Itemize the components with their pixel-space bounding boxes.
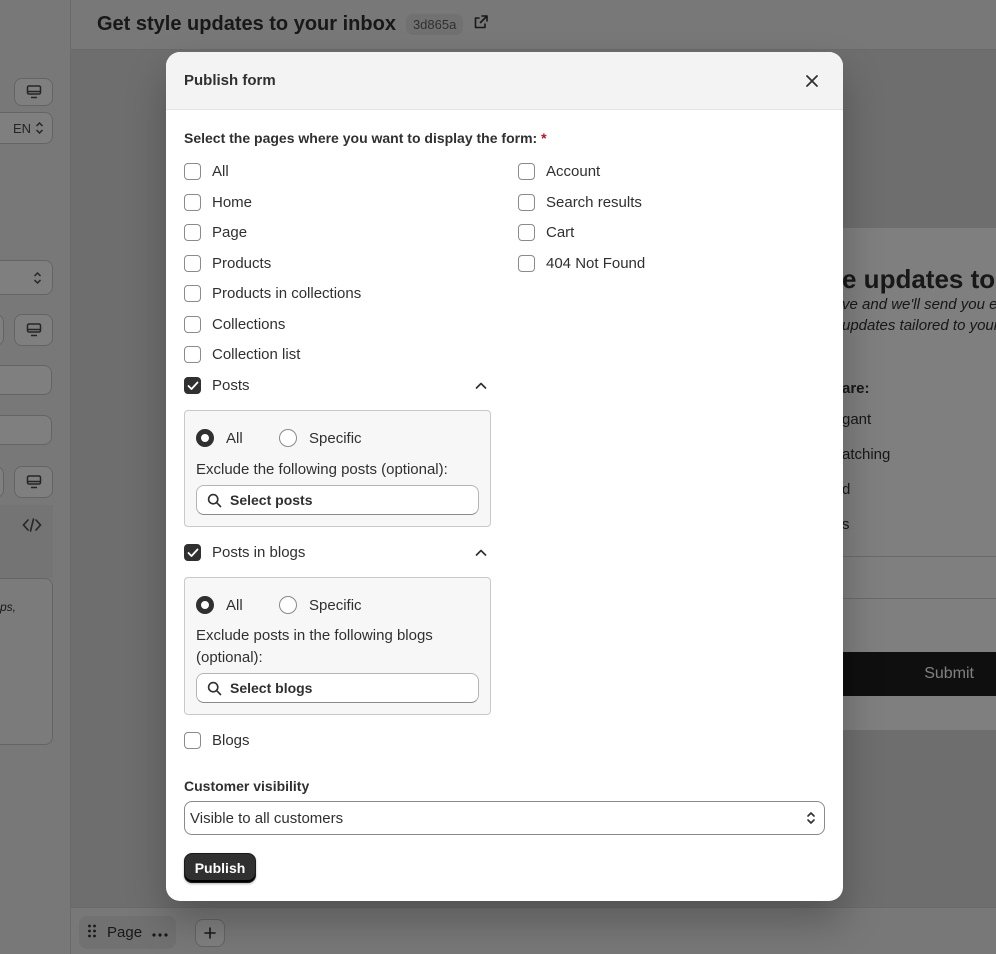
chevron-up-icon[interactable] [474, 546, 488, 560]
radio[interactable] [279, 429, 297, 447]
publish-button[interactable]: Publish [184, 853, 256, 883]
search-icon [207, 681, 222, 695]
radio-label: All [226, 596, 243, 614]
checkbox-label: Account [546, 163, 601, 180]
posts-radio-all[interactable]: All [196, 429, 243, 447]
required-mark: * [541, 130, 547, 146]
publish-form-modal: Publish form Select the pages where you … [166, 52, 843, 901]
checkbox[interactable] [518, 163, 535, 180]
page-checkbox-products[interactable]: Products [184, 255, 271, 272]
pages-label-text: Select the pages where you want to displ… [184, 130, 538, 146]
page-checkbox-collection-list[interactable]: Collection list [184, 346, 300, 363]
radio-selected[interactable] [196, 429, 214, 447]
checkmark-icon [187, 381, 198, 390]
select-blogs-label: Select blogs [230, 680, 313, 696]
checkbox[interactable] [184, 163, 201, 180]
page-checkbox-products-in-collections[interactable]: Products in collections [184, 285, 361, 302]
page-checkbox-cart[interactable]: Cart [518, 224, 574, 241]
page-checkbox-404[interactable]: 404 Not Found [518, 255, 645, 272]
checkbox[interactable] [184, 224, 201, 241]
radio-label: All [226, 429, 243, 447]
chevron-up-icon[interactable] [474, 379, 488, 393]
checkbox-label: Blogs [212, 732, 250, 749]
close-icon [806, 74, 818, 87]
checkbox[interactable] [184, 316, 201, 333]
customer-visibility-label: Customer visibility [184, 778, 310, 794]
checkbox-label: Collection list [212, 346, 301, 363]
posts-options-panel: All Specific Exclude the following posts… [184, 410, 491, 527]
checkbox[interactable] [184, 255, 201, 272]
radio-label: Specific [309, 429, 362, 447]
checkbox[interactable] [184, 346, 201, 363]
checkbox-label: Products [212, 255, 272, 272]
blogs-radio-specific[interactable]: Specific [279, 596, 362, 614]
select-posts-label: Select posts [230, 492, 313, 508]
checkbox-checked[interactable] [184, 377, 201, 394]
checkbox-label: All [212, 163, 229, 180]
checkbox-label: Cart [546, 224, 575, 241]
checkbox[interactable] [184, 732, 201, 749]
posts-radio-specific[interactable]: Specific [279, 429, 362, 447]
select-blogs-field[interactable]: Select blogs [196, 673, 479, 703]
radio-selected[interactable] [196, 596, 214, 614]
page-checkbox-home[interactable]: Home [184, 194, 252, 211]
checkbox-checked[interactable] [184, 544, 201, 561]
checkbox-label: Page [212, 224, 248, 241]
search-icon [207, 493, 222, 507]
page-checkbox-posts-in-blogs[interactable]: Posts in blogs [184, 544, 305, 561]
checkbox-label: Search results [546, 194, 642, 211]
close-button[interactable] [799, 68, 825, 94]
page-checkbox-posts[interactable]: Posts [184, 377, 250, 394]
page-checkbox-collections[interactable]: Collections [184, 316, 285, 333]
select-posts-field[interactable]: Select posts [196, 485, 479, 515]
customer-visibility-value: Visible to all customers [190, 809, 344, 827]
posts-exclude-label: Exclude the following posts (optional): [196, 461, 448, 478]
checkbox[interactable] [184, 194, 201, 211]
page-checkbox-page[interactable]: Page [184, 224, 247, 241]
checkbox-label: Collections [212, 316, 286, 333]
blogs-radio-all[interactable]: All [196, 596, 243, 614]
modal-header: Publish form [166, 52, 843, 110]
checkbox[interactable] [518, 224, 535, 241]
checkbox[interactable] [518, 194, 535, 211]
updown-chevron-icon [807, 812, 815, 824]
checkbox-label: Posts in blogs [212, 544, 306, 561]
checkbox-label: Home [212, 194, 253, 211]
modal-title: Publish form [184, 72, 276, 89]
pages-label: Select the pages where you want to displ… [184, 130, 547, 146]
blogs-exclude-label: Exclude posts in the following blogs (op… [196, 627, 433, 666]
radio-label: Specific [309, 596, 362, 614]
checkbox-label: Posts [212, 377, 250, 394]
page-checkbox-blogs[interactable]: Blogs [184, 732, 250, 749]
checkbox[interactable] [518, 255, 535, 272]
checkbox-label: 404 Not Found [546, 255, 646, 272]
checkbox[interactable] [184, 285, 201, 302]
radio[interactable] [279, 596, 297, 614]
page-checkbox-account[interactable]: Account [518, 163, 600, 180]
posts-in-blogs-options-panel: All Specific Exclude posts in the follow… [184, 577, 491, 715]
checkbox-label: Products in collections [212, 285, 362, 302]
page-checkbox-search-results[interactable]: Search results [518, 194, 642, 211]
checkmark-icon [187, 548, 198, 557]
page-checkbox-all[interactable]: All [184, 163, 229, 180]
customer-visibility-select[interactable]: Visible to all customers [184, 801, 825, 835]
